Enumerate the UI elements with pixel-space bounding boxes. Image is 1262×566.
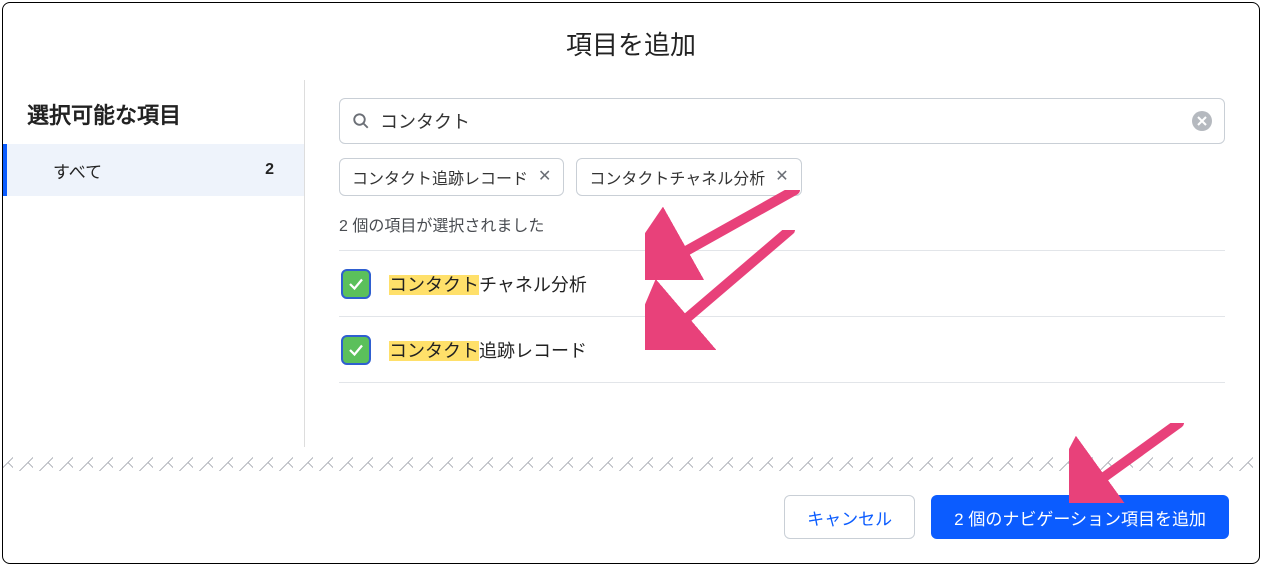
- chip-remove-icon[interactable]: ✕: [775, 169, 788, 185]
- list-item-label: コンタクトチャネル分析: [389, 271, 587, 297]
- sidebar-item-count: 2: [265, 161, 274, 179]
- checkbox-checked[interactable]: [341, 269, 371, 299]
- chip-remove-icon[interactable]: ✕: [538, 169, 551, 185]
- search-box[interactable]: [339, 98, 1225, 144]
- selected-chips: コンタクト追跡レコード ✕ コンタクトチャネル分析 ✕: [339, 158, 1225, 196]
- selected-count-text: 2 個の項目が選択されました: [339, 212, 1225, 236]
- search-icon: [352, 112, 370, 130]
- sidebar-item-all[interactable]: すべて 2: [3, 144, 304, 196]
- modal-footer: キャンセル 2 個のナビゲーション項目を追加: [3, 471, 1259, 563]
- list-item-label: コンタクト追跡レコード: [389, 337, 587, 363]
- search-input[interactable]: [370, 111, 1192, 132]
- modal-title: 項目を追加: [3, 3, 1259, 80]
- list-item[interactable]: コンタクト追跡レコード: [339, 317, 1225, 383]
- chip[interactable]: コンタクトチャネル分析 ✕: [576, 158, 801, 196]
- sidebar: 選択可能な項目 すべて 2: [3, 80, 305, 447]
- torn-edge-divider: [3, 447, 1259, 471]
- cancel-button[interactable]: キャンセル: [784, 495, 915, 539]
- items-list: コンタクトチャネル分析 コンタクト追跡レコード: [339, 250, 1225, 383]
- chip-label: コンタクト追跡レコード: [352, 165, 528, 189]
- confirm-add-button[interactable]: 2 個のナビゲーション項目を追加: [931, 495, 1229, 539]
- sidebar-title: 選択可能な項目: [3, 80, 304, 144]
- main-panel: コンタクト追跡レコード ✕ コンタクトチャネル分析 ✕ 2 個の項目が選択されま…: [305, 80, 1259, 447]
- clear-search-icon[interactable]: [1192, 111, 1212, 131]
- checkbox-checked[interactable]: [341, 335, 371, 365]
- sidebar-item-label: すべて: [53, 158, 102, 183]
- chip[interactable]: コンタクト追跡レコード ✕: [339, 158, 564, 196]
- chip-label: コンタクトチャネル分析: [589, 165, 765, 189]
- list-item[interactable]: コンタクトチャネル分析: [339, 251, 1225, 317]
